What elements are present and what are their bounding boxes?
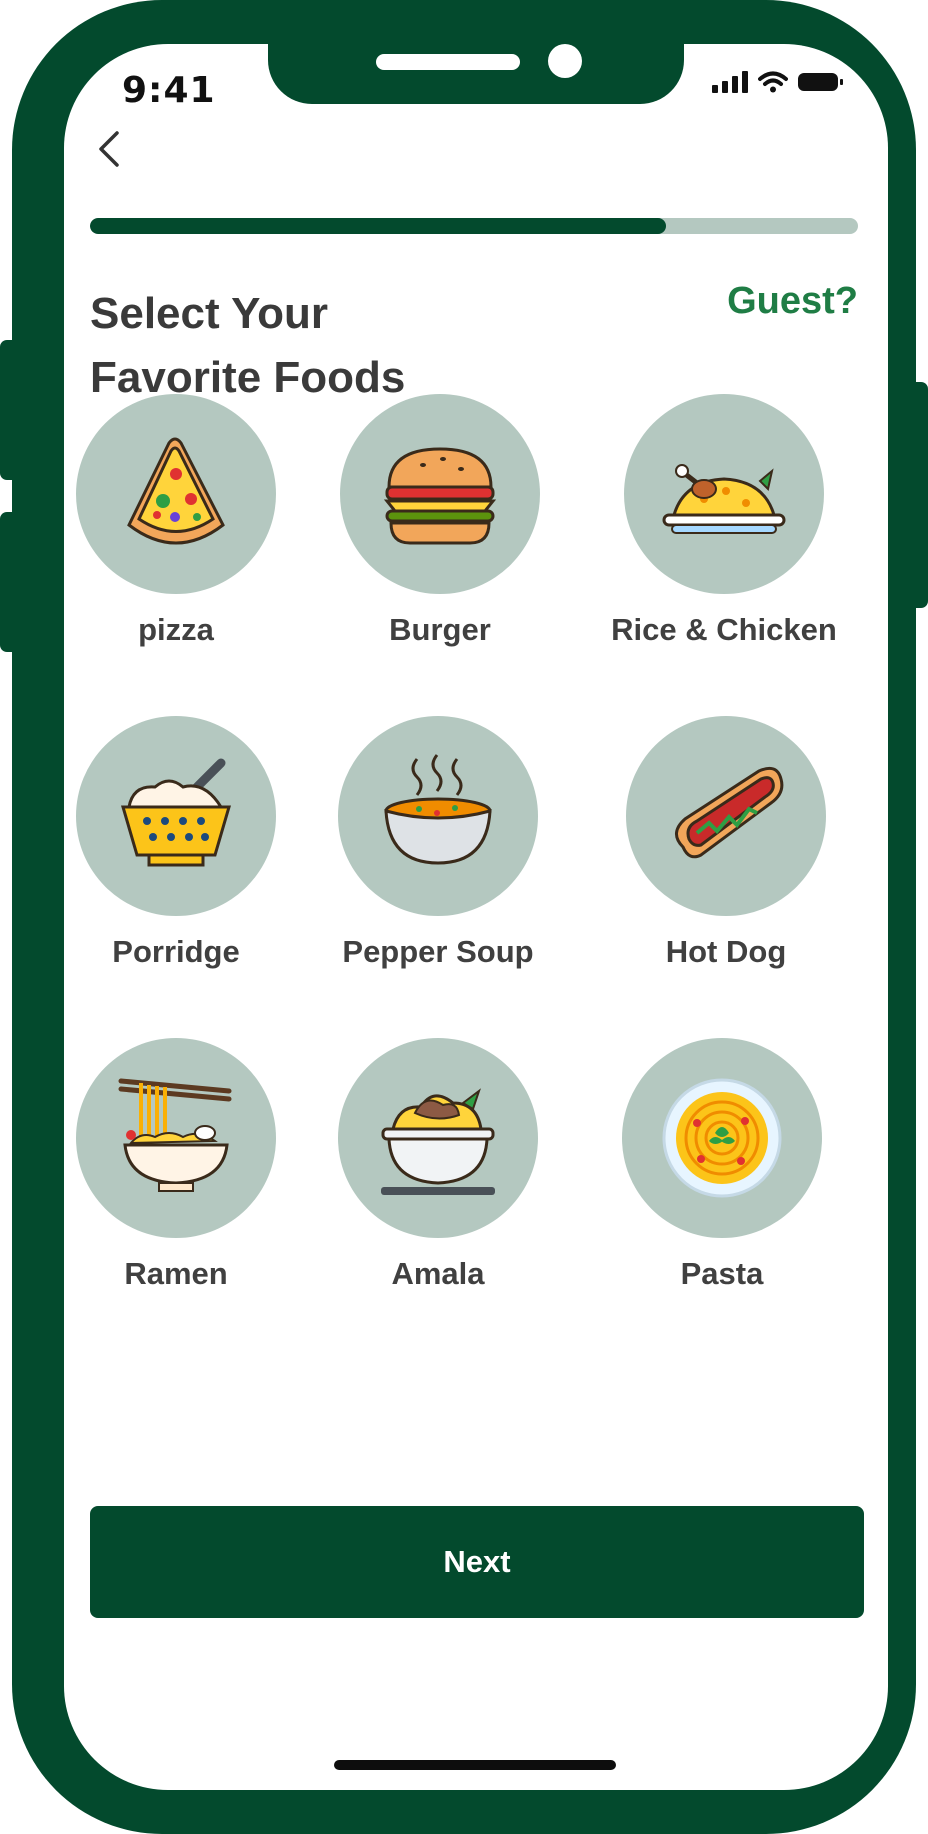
pasta-icon: [662, 1078, 782, 1198]
progress-bar-fill: [90, 218, 666, 234]
food-label: Amala: [391, 1256, 485, 1291]
ramen-icon: [118, 1078, 232, 1192]
pizza-icon: [127, 437, 225, 545]
guest-link[interactable]: Guest?: [727, 280, 858, 323]
notch: [268, 44, 684, 104]
food-label: Rice & Chicken: [611, 612, 837, 647]
food-label: Pasta: [680, 1256, 764, 1291]
food-circle: [338, 1038, 538, 1238]
camera: [548, 44, 582, 78]
food-circle: [338, 716, 538, 916]
food-item-pasta[interactable]: Pasta: [582, 1038, 862, 1292]
food-label: Porridge: [112, 934, 240, 969]
amala-icon: [381, 1088, 495, 1195]
wifi-icon: [758, 71, 788, 93]
home-indicator: [334, 1760, 616, 1770]
food-item-pizza[interactable]: pizza: [64, 394, 316, 648]
power-button: [914, 382, 928, 608]
food-circle: [76, 394, 276, 594]
food-item-rice-chicken[interactable]: Rice & Chicken: [584, 394, 864, 648]
status-time: 9:41: [122, 70, 216, 111]
hot-dog-icon: [675, 766, 784, 859]
pepper-soup-icon: [384, 754, 492, 865]
food-circle: [624, 394, 824, 594]
status-icons: [712, 62, 843, 102]
food-circle: [76, 1038, 276, 1238]
burger-icon: [383, 447, 497, 545]
phone-frame: 9:41 Select Your Favorite Foods Guest? p…: [12, 0, 916, 1834]
signal-icon: [712, 71, 748, 93]
food-circle: [340, 394, 540, 594]
food-item-amala[interactable]: Amala: [298, 1038, 578, 1292]
food-label: Ramen: [124, 1256, 228, 1291]
back-button[interactable]: [84, 124, 134, 174]
food-item-hot-dog[interactable]: Hot Dog: [586, 716, 866, 970]
food-label: pizza: [138, 612, 214, 647]
food-circle: [626, 716, 826, 916]
app-screen: 9:41 Select Your Favorite Foods Guest? p…: [64, 44, 888, 1790]
food-circle: [76, 716, 276, 916]
food-item-pepper-soup[interactable]: Pepper Soup: [298, 716, 578, 970]
page-title: Select Your Favorite Foods: [90, 282, 405, 410]
food-item-burger[interactable]: Burger: [300, 394, 580, 648]
speaker: [376, 54, 520, 70]
food-label: Burger: [389, 612, 491, 647]
food-item-ramen[interactable]: Ramen: [64, 1038, 316, 1292]
page-title-line-1: Select Your: [90, 289, 329, 338]
chevron-left-icon: [99, 131, 119, 167]
food-circle: [622, 1038, 822, 1238]
food-label: Hot Dog: [665, 934, 787, 969]
rice-chicken-icon: [662, 464, 786, 534]
food-item-porridge[interactable]: Porridge: [64, 716, 316, 970]
porridge-icon: [121, 758, 231, 867]
battery-icon: [798, 73, 843, 91]
progress-bar: [90, 218, 858, 234]
next-button[interactable]: Next: [90, 1506, 864, 1618]
food-label: Pepper Soup: [342, 934, 534, 969]
